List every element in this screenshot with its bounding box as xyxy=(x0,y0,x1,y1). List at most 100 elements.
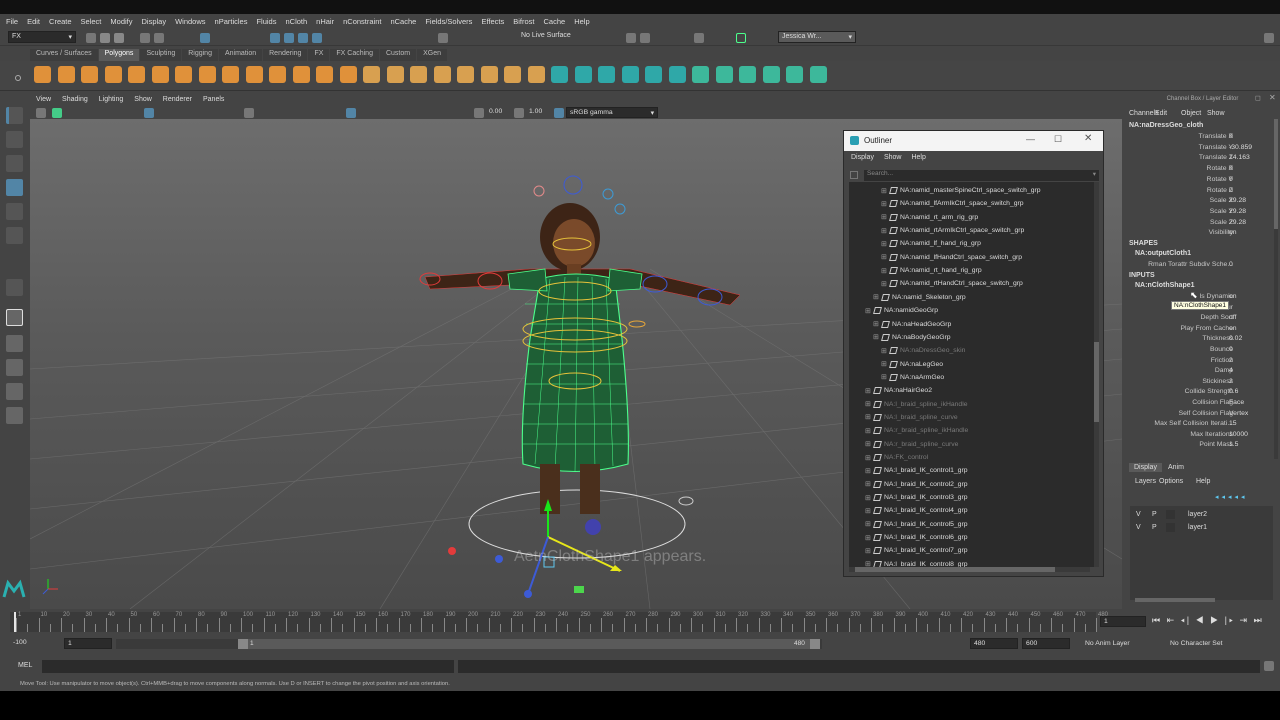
outliner-row[interactable]: ⊞ NA:l_braid_spline_curve xyxy=(865,411,958,424)
scale-tool-icon[interactable] xyxy=(6,227,23,244)
outliner-row[interactable]: ⊞ NA:l_braid_IK_control2_grp xyxy=(865,478,968,491)
expand-icon[interactable]: ⊞ xyxy=(881,213,887,221)
panel-menu-view[interactable]: View xyxy=(36,96,51,103)
channel-scale-y-value[interactable]: 29.28 xyxy=(1229,208,1246,215)
panel-menu-renderer[interactable]: Renderer xyxy=(163,96,192,103)
layer-menu-options[interactable]: Options xyxy=(1159,478,1183,485)
type-icon[interactable] xyxy=(292,66,310,83)
unfold-icon[interactable] xyxy=(786,66,803,83)
expand-icon[interactable]: ⊞ xyxy=(865,534,871,542)
shelf-tab-rigging[interactable]: Rigging xyxy=(182,49,218,61)
bridge-icon[interactable] xyxy=(504,66,521,83)
input-name[interactable]: NA:nClothShape1 xyxy=(1135,282,1195,289)
outliner-menu-display[interactable]: Display xyxy=(851,154,874,161)
expand-icon[interactable]: ⊞ xyxy=(865,547,871,555)
shelf-tab-fxcaching[interactable]: FX Caching xyxy=(330,49,379,61)
channel-translate-y-label[interactable]: Translate Y xyxy=(1199,144,1233,151)
close-icon[interactable]: ✕ xyxy=(1269,93,1276,102)
input-thickness-value[interactable]: 0.02 xyxy=(1229,335,1242,342)
outliner-row[interactable]: ⊞ NA:naBodyGeoGrp xyxy=(873,331,951,344)
extract-icon[interactable] xyxy=(386,66,404,83)
four-view-layout-icon[interactable] xyxy=(6,335,23,352)
close-icon[interactable]: ✕ xyxy=(1084,133,1092,144)
expand-icon[interactable]: ⊞ xyxy=(873,320,879,328)
platonic-icon[interactable] xyxy=(198,66,216,83)
save-scene-icon[interactable] xyxy=(114,33,124,43)
character-set-dropdown[interactable]: No Character Set xyxy=(1170,640,1223,647)
channel-scale-x-value[interactable]: 29.28 xyxy=(1229,197,1246,204)
outliner-vertical-scrollbar[interactable] xyxy=(1094,182,1099,567)
channel-visibility-value[interactable]: on xyxy=(1229,229,1237,236)
range-bar[interactable]: 1 480 xyxy=(238,639,820,649)
input-bounce-value[interactable]: 0 xyxy=(1229,346,1233,353)
disc-icon[interactable] xyxy=(175,66,192,83)
playback-controls[interactable]: ⏮ ⇤ ◂| ◀ ▶ |▸ ⇥ ⏭ xyxy=(1152,615,1264,626)
input-max-self-collision-iterati----label[interactable]: Max Self Collision Iterati... xyxy=(1154,420,1233,427)
auto-map-icon[interactable] xyxy=(762,66,780,83)
expand-icon[interactable]: ⊞ xyxy=(865,440,871,448)
expand-icon[interactable]: ⊞ xyxy=(881,267,887,275)
input-damp-value[interactable]: 4 xyxy=(1229,367,1233,374)
menuset-dropdown[interactable]: FX ▾ xyxy=(8,31,76,43)
menu-nhair[interactable]: nHair xyxy=(316,17,334,26)
layer-visibility-toggle[interactable]: V xyxy=(1136,524,1141,531)
layer-tab-anim[interactable]: Anim xyxy=(1163,463,1189,472)
expand-icon[interactable]: ⊞ xyxy=(865,454,871,462)
layer-tab-display[interactable]: Display xyxy=(1129,463,1162,472)
mirror-icon[interactable] xyxy=(457,66,474,83)
pipe-icon[interactable] xyxy=(245,66,263,83)
torus-icon[interactable] xyxy=(128,66,145,83)
current-frame-field[interactable]: 1 xyxy=(1100,616,1146,627)
multi-cut-icon[interactable] xyxy=(574,66,592,83)
menu-create[interactable]: Create xyxy=(49,17,72,26)
bevel-icon[interactable] xyxy=(480,66,498,83)
layer-row[interactable]: V Player2 xyxy=(1130,509,1273,521)
channel-translate-z-value[interactable]: 14.163 xyxy=(1229,154,1250,161)
menu-nparticles[interactable]: nParticles xyxy=(215,17,248,26)
channel-rotate-y-value[interactable]: 0 xyxy=(1229,176,1233,183)
chevron-down-icon[interactable]: ▾ xyxy=(1093,170,1096,178)
shape-attr-value[interactable]: 0 xyxy=(1229,261,1233,268)
expand-icon[interactable]: ⊞ xyxy=(865,387,871,395)
input-friction-value[interactable]: 2 xyxy=(1229,357,1233,364)
shelf-tab-rendering[interactable]: Rendering xyxy=(263,49,308,61)
menu-ncache[interactable]: nCache xyxy=(390,17,416,26)
combine-icon[interactable] xyxy=(339,66,357,83)
outliner-horizontal-scrollbar[interactable] xyxy=(849,567,1090,572)
layer-name[interactable]: layer1 xyxy=(1188,524,1207,531)
input-stickiness-value[interactable]: 2 xyxy=(1229,378,1233,385)
anim-layer-dropdown[interactable]: No Anim Layer xyxy=(1085,640,1130,647)
outliner-row[interactable]: ⊞ NA:namid_lfArmIkCtrl_space_switch_grp xyxy=(881,197,1024,210)
outliner-row[interactable]: ⊞ NA:l_braid_IK_control3_grp xyxy=(865,491,968,504)
outliner-row[interactable]: ⊞ NA:l_braid_IK_control6_grp xyxy=(865,531,968,544)
outliner-row[interactable]: ⊞ NA:namid_rt_arm_rig_grp xyxy=(881,211,978,224)
shape-name[interactable]: NA:outputCloth1 xyxy=(1135,250,1191,257)
shelf-tab-xgen[interactable]: XGen xyxy=(417,49,447,61)
expand-icon[interactable]: ⊞ xyxy=(881,227,887,235)
expand-icon[interactable]: ⊞ xyxy=(865,520,871,528)
persp-outliner-layout-icon[interactable] xyxy=(6,359,23,376)
character-rig[interactable] xyxy=(419,175,741,598)
uv-editor-icon[interactable] xyxy=(715,66,733,83)
panel-menu-shading[interactable]: Shading xyxy=(62,96,88,103)
menu-file[interactable]: File xyxy=(6,17,18,26)
expand-icon[interactable]: ⊞ xyxy=(865,400,871,408)
plane-icon[interactable] xyxy=(151,66,169,83)
shelf-tab-custom[interactable]: Custom xyxy=(379,49,417,61)
input-depth-sort-value[interactable]: off xyxy=(1229,314,1236,321)
cone-icon[interactable] xyxy=(104,66,122,83)
float-panel-icon[interactable]: ◻ xyxy=(1255,94,1261,102)
persp-graph-layout-icon[interactable] xyxy=(6,383,23,400)
sphere-icon[interactable] xyxy=(34,66,51,83)
snap-curve-icon[interactable] xyxy=(284,33,294,43)
layer-scrollbar[interactable] xyxy=(1135,598,1215,602)
gamma-field[interactable]: 1.00 xyxy=(526,107,548,118)
outliner-row[interactable]: ⊞ NA:r_braid_spline_curve xyxy=(865,438,958,451)
expand-icon[interactable]: ⊞ xyxy=(865,560,871,567)
separate-icon[interactable] xyxy=(363,66,380,83)
input-collide-strength-value[interactable]: 0.6 xyxy=(1229,388,1238,395)
layer-row[interactable]: V Player1 xyxy=(1130,522,1273,534)
expand-icon[interactable]: ⊞ xyxy=(865,413,871,421)
shelf-tab-polygons[interactable]: Polygons xyxy=(98,49,140,61)
expand-icon[interactable]: ⊞ xyxy=(881,187,887,195)
